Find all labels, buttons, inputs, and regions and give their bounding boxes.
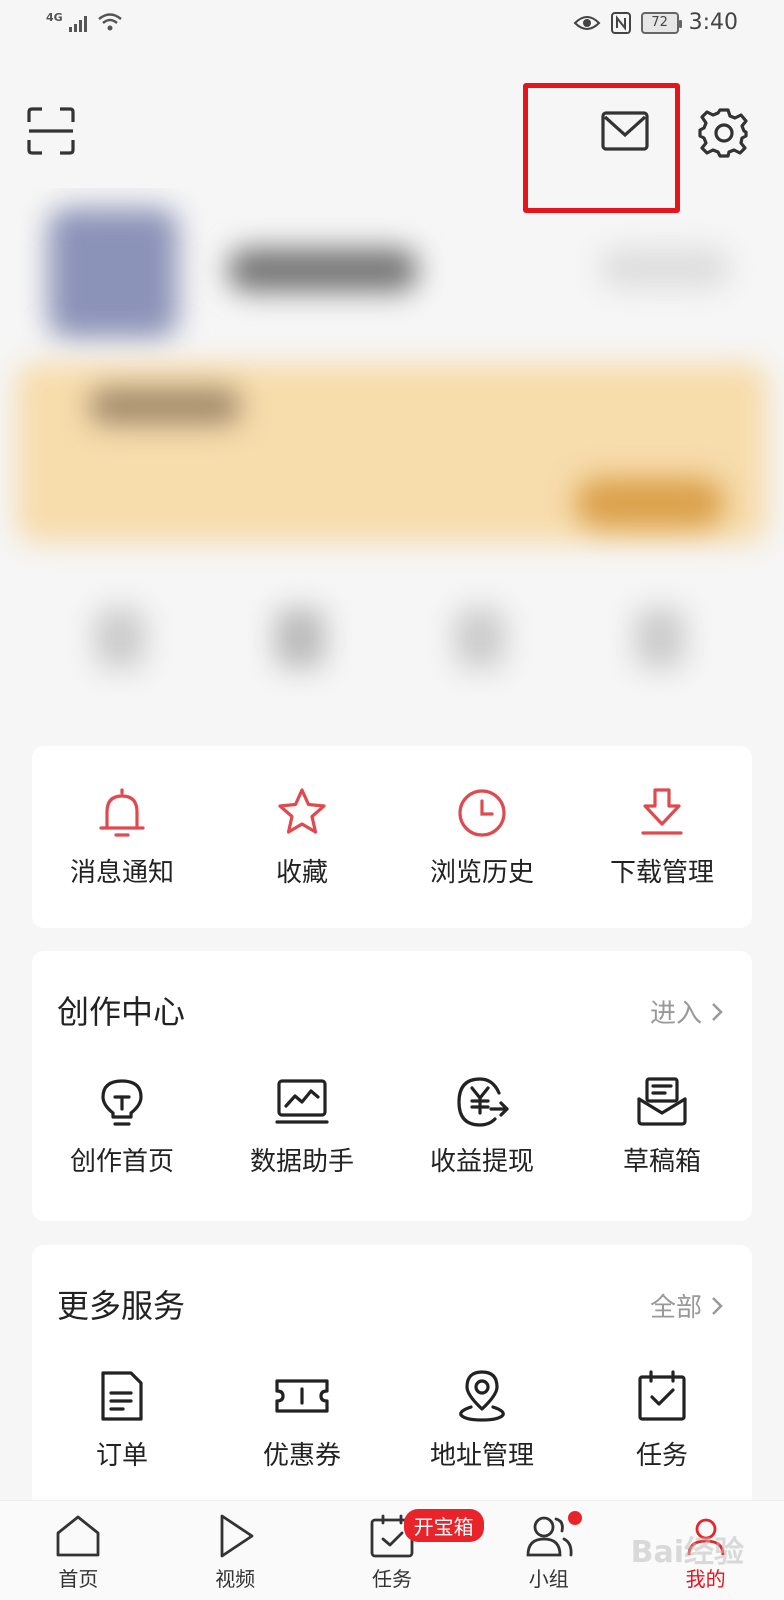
- more-services-card: 更多服务 全部 订单 优惠券 地址管理 任务: [32, 1245, 752, 1500]
- star-icon: [278, 788, 326, 834]
- more-services-all-link[interactable]: 全部: [650, 1287, 724, 1324]
- mail-button[interactable]: [600, 108, 650, 154]
- creator-item-label: 草稿箱: [622, 1147, 701, 1177]
- quick-action-label: 收藏: [275, 858, 328, 888]
- draft-box-icon: [637, 1077, 687, 1126]
- service-item-label: 地址管理: [429, 1441, 534, 1471]
- vip-title-placeholder: [90, 388, 240, 424]
- mail-icon: [601, 111, 649, 151]
- nav-video[interactable]: 视频: [157, 1501, 314, 1600]
- service-item-coupons[interactable]: 优惠券: [212, 1367, 392, 1472]
- stat-placeholder-3: [455, 608, 505, 668]
- status-right: 72 3:40: [573, 10, 738, 35]
- service-item-label: 优惠券: [262, 1441, 341, 1471]
- creator-center-enter-link[interactable]: 进入: [650, 993, 724, 1030]
- wifi-icon: [97, 13, 122, 31]
- eye-icon: [573, 15, 601, 30]
- creator-center-card: 创作中心 进入 创作首页 数据助手 收益提现 草稿箱: [32, 951, 752, 1221]
- service-item-label: 订单: [95, 1441, 148, 1471]
- status-bar: 4G 72 3:40: [0, 0, 784, 50]
- nav-groups[interactable]: 小组: [470, 1501, 627, 1600]
- chevron-right-icon: [712, 1002, 723, 1021]
- bottom-nav: 首页 视频 任务 开宝箱 小组 我的 Bai经验: [0, 1500, 784, 1600]
- clock-time: 3:40: [688, 10, 738, 35]
- quick-actions-grid: 消息通知 收藏 浏览历史 下载管理: [32, 784, 752, 889]
- play-icon: [220, 1514, 254, 1558]
- nav-label: 首页: [58, 1567, 99, 1591]
- chart-icon: [275, 1079, 329, 1124]
- service-item-orders[interactable]: 订单: [32, 1367, 212, 1472]
- creator-item-label: 收益提现: [429, 1147, 534, 1177]
- service-item-label: 任务: [635, 1441, 688, 1471]
- scan-icon: [27, 107, 75, 155]
- yuan-withdraw-icon: [457, 1077, 509, 1127]
- username-placeholder: [228, 248, 418, 292]
- quick-actions-card: 消息通知 收藏 浏览历史 下载管理: [32, 746, 752, 928]
- groups-notification-dot: [568, 1511, 583, 1525]
- quick-action-notifications[interactable]: 消息通知: [32, 784, 212, 889]
- profile-link-placeholder: [600, 248, 730, 288]
- network-type: 4G: [46, 11, 63, 24]
- quick-action-downloads[interactable]: 下载管理: [572, 784, 752, 889]
- quick-action-label: 消息通知: [69, 858, 174, 888]
- creator-item-data-assistant[interactable]: 数据助手: [212, 1073, 392, 1178]
- settings-button[interactable]: [698, 106, 750, 158]
- stat-placeholder-2: [275, 608, 325, 668]
- nav-tasks[interactable]: 任务 开宝箱: [314, 1501, 484, 1600]
- clock-icon: [458, 789, 506, 837]
- creator-item-label: 创作首页: [69, 1147, 174, 1177]
- battery-icon: 72: [640, 11, 682, 34]
- location-icon: [459, 1370, 505, 1422]
- creator-item-withdraw[interactable]: 收益提现: [392, 1073, 572, 1178]
- vip-button-placeholder: [575, 478, 725, 528]
- blurred-profile-area: [0, 188, 784, 728]
- battery-level: 72: [651, 15, 668, 30]
- service-item-tasks[interactable]: 任务: [572, 1367, 752, 1472]
- status-left: 4G: [46, 11, 123, 32]
- download-icon: [641, 788, 683, 835]
- service-item-address[interactable]: 地址管理: [392, 1367, 572, 1472]
- bell-icon: [99, 788, 145, 837]
- nfc-icon: [610, 11, 631, 34]
- stat-placeholder-1: [95, 608, 145, 668]
- stat-placeholder-4: [635, 608, 685, 668]
- chevron-right-icon: [712, 1296, 723, 1315]
- quick-action-label: 下载管理: [609, 858, 714, 888]
- home-icon: [56, 1515, 100, 1557]
- all-link-label: 全部: [649, 1293, 702, 1323]
- gear-icon: [698, 108, 748, 158]
- enter-link-label: 进入: [649, 999, 702, 1029]
- order-icon: [101, 1371, 143, 1421]
- nav-label: 小组: [528, 1567, 569, 1591]
- quick-action-history[interactable]: 浏览历史: [392, 784, 572, 889]
- lightbulb-icon: [101, 1079, 143, 1126]
- avatar: [48, 208, 178, 338]
- nav-label: 任务: [371, 1567, 412, 1591]
- nav-label: 视频: [215, 1567, 256, 1591]
- nav-home[interactable]: 首页: [0, 1501, 157, 1600]
- task-calendar-icon: [638, 1370, 686, 1421]
- creator-item-home[interactable]: 创作首页: [32, 1073, 212, 1178]
- quick-action-label: 浏览历史: [429, 858, 534, 888]
- creator-center-grid: 创作首页 数据助手 收益提现 草稿箱: [32, 1073, 752, 1178]
- quick-action-favorites[interactable]: 收藏: [212, 784, 392, 889]
- signal-icon: [68, 16, 87, 32]
- coupon-icon: [275, 1379, 329, 1413]
- creator-item-drafts[interactable]: 草稿箱: [572, 1073, 752, 1178]
- creator-center-title: 创作中心: [57, 993, 186, 1031]
- more-services-grid: 订单 优惠券 地址管理 任务: [32, 1367, 752, 1472]
- group-icon: [526, 1516, 573, 1557]
- more-services-title: 更多服务: [57, 1287, 186, 1325]
- baidu-jingyan-watermark: Bai经验: [630, 1535, 744, 1570]
- scan-button[interactable]: [26, 106, 76, 156]
- creator-item-label: 数据助手: [249, 1147, 354, 1177]
